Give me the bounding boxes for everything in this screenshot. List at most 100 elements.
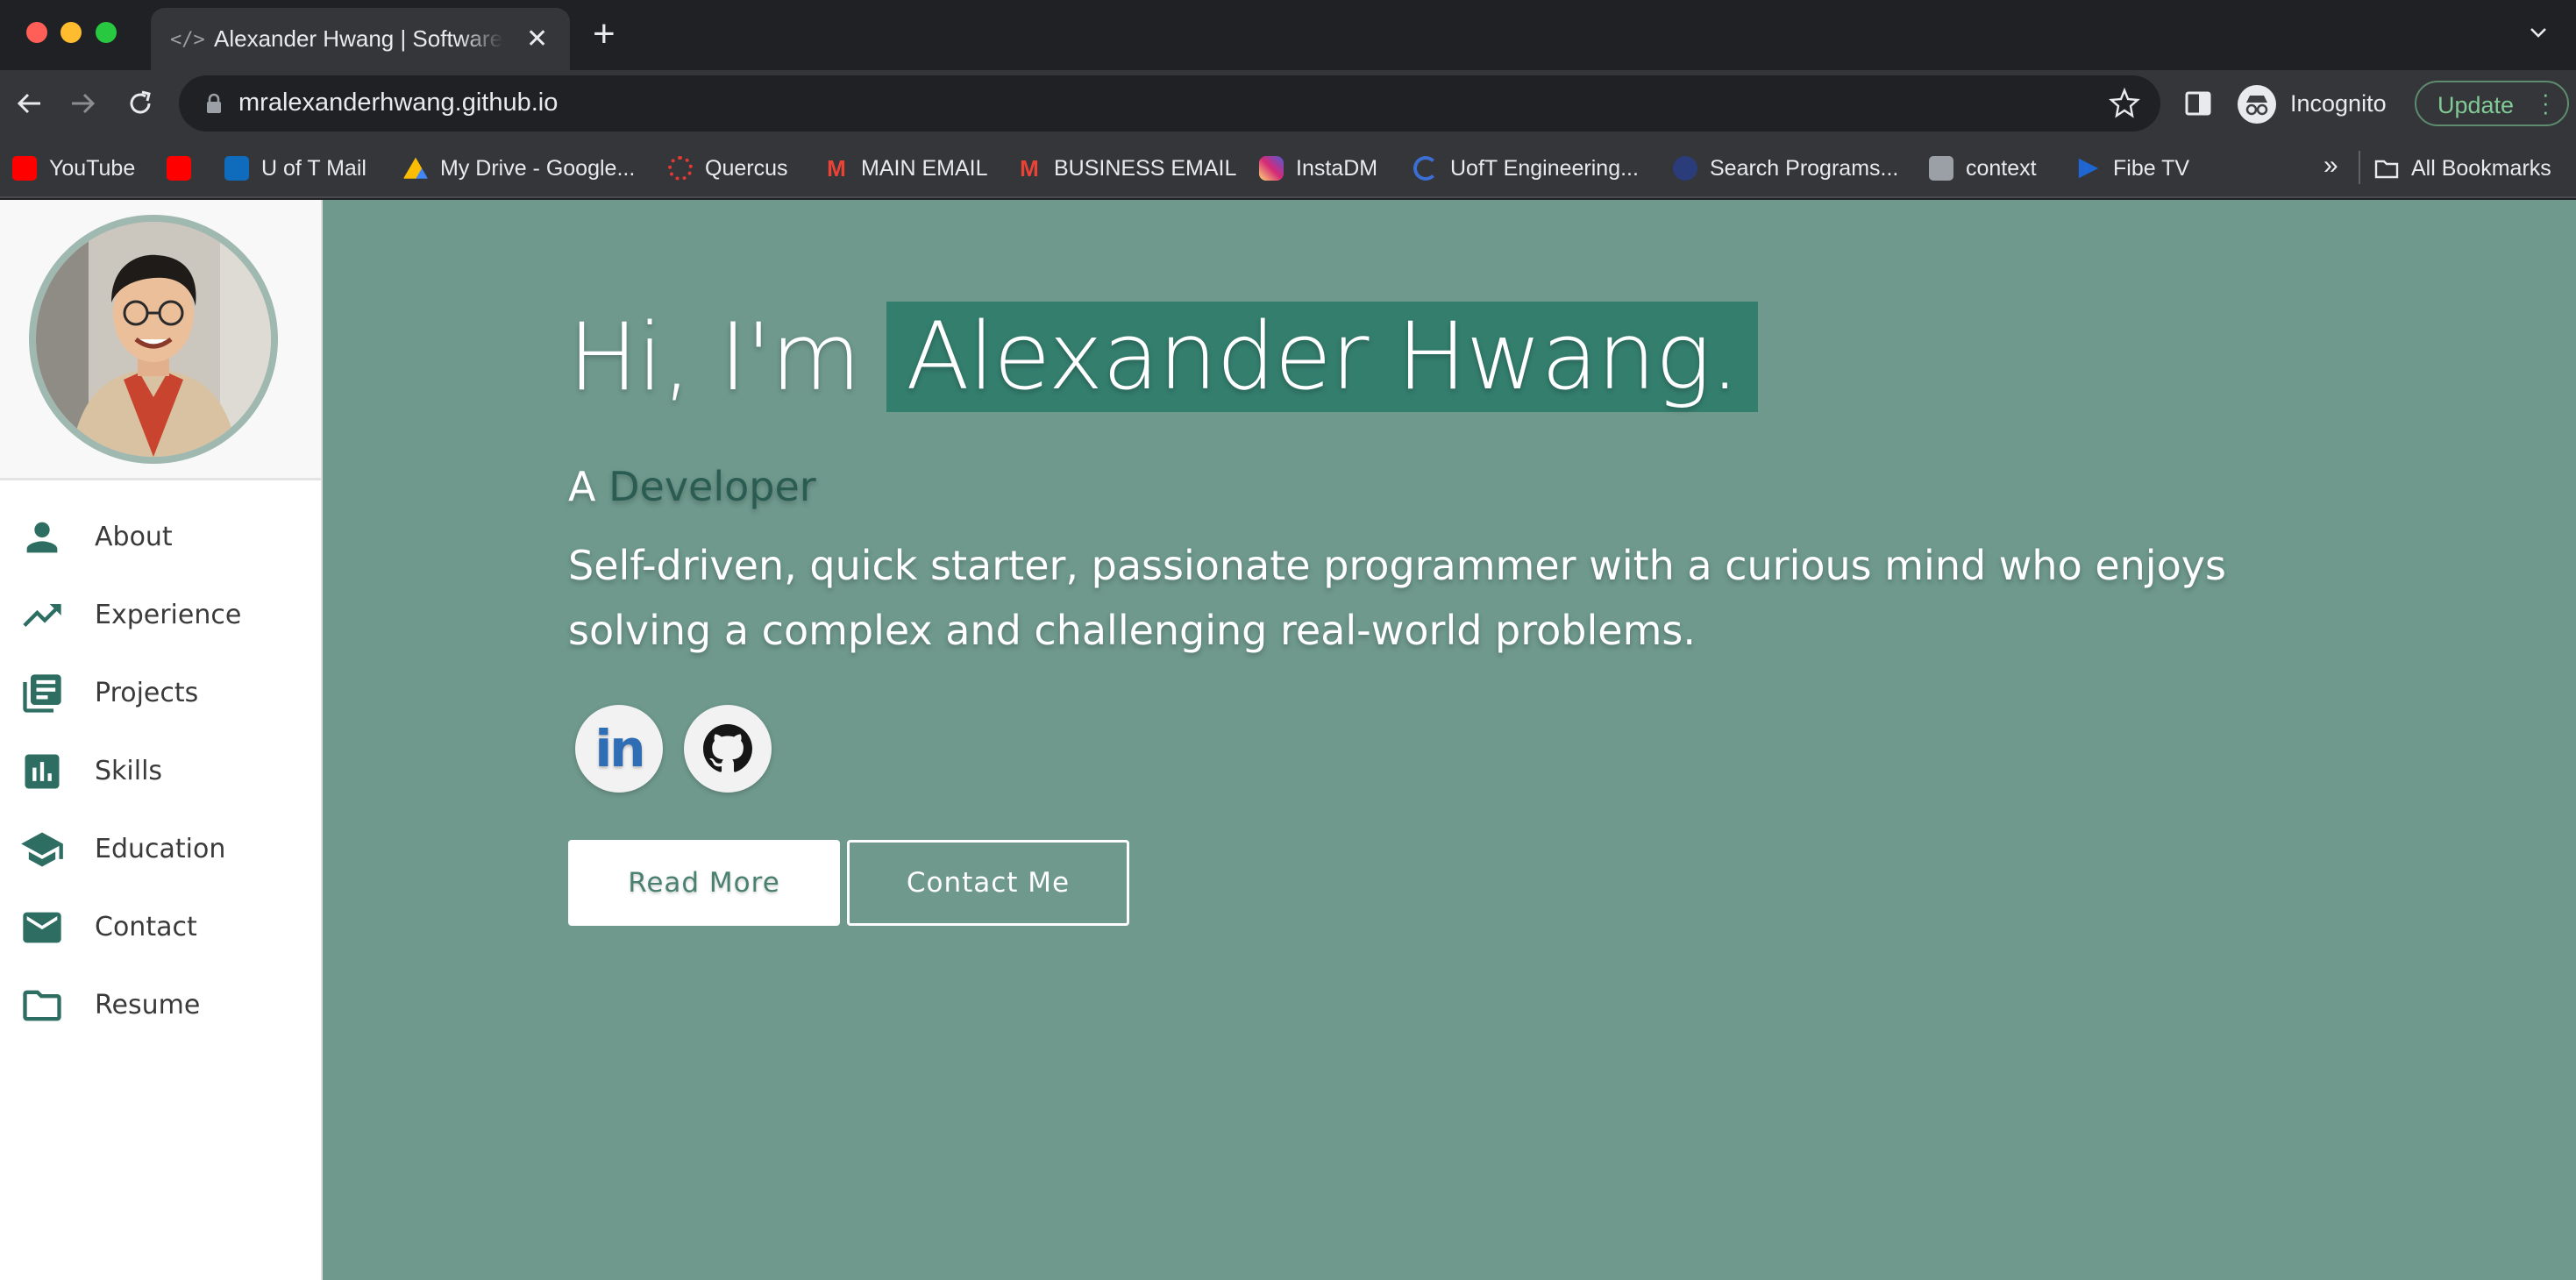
hero-name: Alexander Hwang. [886,302,1759,412]
sidebar-item-label: About [95,522,173,552]
bookmark-uoft-mail[interactable]: U of T Mail [224,153,366,184]
chevron-down-icon[interactable] [2529,23,2548,42]
sidebar-item-contact[interactable]: Contact [0,888,321,966]
side-panel-icon[interactable] [2185,91,2211,116]
hero-role: A Developer [568,463,2339,510]
linkedin-icon: in [594,719,645,779]
lock-icon [207,93,221,113]
sidebar-item-label: Projects [95,678,199,708]
sidebar: About Experience Projects Skills Educati… [0,200,323,1280]
library-books-icon [23,673,61,713]
sidebar-item-label: Skills [95,756,163,786]
more-vert-icon[interactable]: · · · [2542,82,2550,123]
close-tab-icon[interactable]: ✕ [526,24,548,54]
contact-me-button[interactable]: Contact Me [847,840,1129,926]
read-more-button[interactable]: Read More [568,840,840,926]
social-links: in [575,705,793,793]
bookmark-label: U of T Mail [261,155,366,181]
bookmark-youtube-2[interactable] [167,153,203,184]
hero-heading: Hi, I'm Alexander Hwang. [568,302,2339,412]
window-close-button[interactable] [26,22,47,43]
update-button[interactable]: Update · · · [2415,81,2569,126]
incognito-label: Incognito [2290,90,2387,117]
bookmarks-bar: YouTube U of T Mail My Drive - Google...… [0,137,2576,198]
context-icon [1929,156,1953,181]
reload-icon[interactable] [123,86,158,121]
bar-chart-icon [25,754,60,788]
youtube-icon [12,156,37,181]
more-bookmarks-button[interactable]: » [2323,151,2338,181]
window-minimize-button[interactable] [60,22,82,43]
bookmark-label: context [1966,155,2037,181]
sidebar-item-projects[interactable]: Projects [0,654,321,732]
page-content: About Experience Projects Skills Educati… [0,200,2576,1280]
quercus-icon [668,156,693,181]
bookmark-context[interactable]: context [1929,153,2037,184]
sidebar-item-label: Contact [95,912,197,942]
all-bookmarks-button[interactable]: All Bookmarks [2374,153,2551,184]
fibe-tv-icon [2078,158,2099,179]
sidebar-item-resume[interactable]: Resume [0,966,321,1044]
github-link[interactable] [684,705,772,793]
url-text: mralexanderhwang.github.io [238,89,559,117]
mail-icon [23,912,61,942]
bookmark-youtube[interactable]: YouTube [12,153,135,184]
trending-up-icon [23,603,61,627]
linkedin-link[interactable]: in [575,705,663,793]
role-word: Developer [608,463,816,510]
sidebar-item-about[interactable]: About [0,498,321,576]
gmail-icon: M [827,155,846,181]
outlook-icon [224,156,249,181]
gmail-icon: M [1020,155,1039,181]
person-icon [26,522,58,552]
bookmark-label: Fibe TV [2113,155,2190,181]
sidebar-item-label: Resume [95,990,201,1020]
code-icon: </> [170,29,205,51]
bookmark-label: UofT Engineering... [1450,155,1639,181]
bookmark-label: MAIN EMAIL [861,155,988,181]
hero-actions: Read More Contact Me [568,840,1129,926]
bookmark-business-email[interactable]: M BUSINESS EMAIL [1017,153,1236,184]
back-arrow-icon[interactable] [12,86,47,121]
bookmark-quercus[interactable]: Quercus [668,153,787,184]
sidebar-item-label: Experience [95,600,242,630]
github-icon [703,724,752,772]
window-zoom-button[interactable] [96,22,117,43]
browser-tab-strip: </> Alexander Hwang | Software Developer… [0,0,2576,70]
forward-arrow-icon[interactable] [65,86,100,121]
sidebar-item-experience[interactable]: Experience [0,576,321,654]
bookmark-instadm[interactable]: InstaDM [1259,153,1377,184]
bookmark-separator [2359,151,2360,184]
profile-header [0,200,321,480]
bookmark-label: YouTube [49,155,136,181]
sidebar-item-label: Education [95,834,226,864]
sidebar-nav: About Experience Projects Skills Educati… [0,498,321,1044]
instagram-icon [1259,156,1284,181]
google-drive-icon [403,157,428,179]
globe-icon [1673,156,1697,181]
bookmark-label: Search Programs... [1710,155,1899,181]
bookmark-star-icon[interactable] [2108,87,2141,120]
incognito-icon[interactable] [2238,85,2276,124]
sidebar-item-skills[interactable]: Skills [0,732,321,810]
new-tab-button[interactable]: + [593,12,616,56]
bookmark-google-drive[interactable]: My Drive - Google... [403,153,635,184]
bookmark-label: My Drive - Google... [440,155,636,181]
bookmark-fibe-tv[interactable]: Fibe TV [2076,153,2189,184]
bookmark-uoft-engineering[interactable]: UofT Engineering... [1413,153,1639,184]
bookmark-label: InstaDM [1296,155,1378,181]
update-label: Update [2437,92,2515,118]
browser-tab-active[interactable]: </> Alexander Hwang | Software Developer… [151,8,570,70]
address-bar[interactable]: mralexanderhwang.github.io [179,75,2160,132]
graduation-cap-icon [21,832,63,866]
avatar [29,215,278,464]
browser-toolbar: mralexanderhwang.github.io Incognito Upd… [0,70,2576,137]
sidebar-item-education[interactable]: Education [0,810,321,888]
folder-icon [23,990,61,1020]
youtube-icon [167,156,191,181]
greeting-prefix: Hi, I'm [568,302,861,411]
bookmark-search-programs[interactable]: Search Programs... [1673,153,1898,184]
bookmark-main-email[interactable]: M MAIN EMAIL [824,153,987,184]
folder-icon [2374,160,2399,179]
hero-tagline: Self-driven, quick starter, passionate p… [568,542,2226,654]
